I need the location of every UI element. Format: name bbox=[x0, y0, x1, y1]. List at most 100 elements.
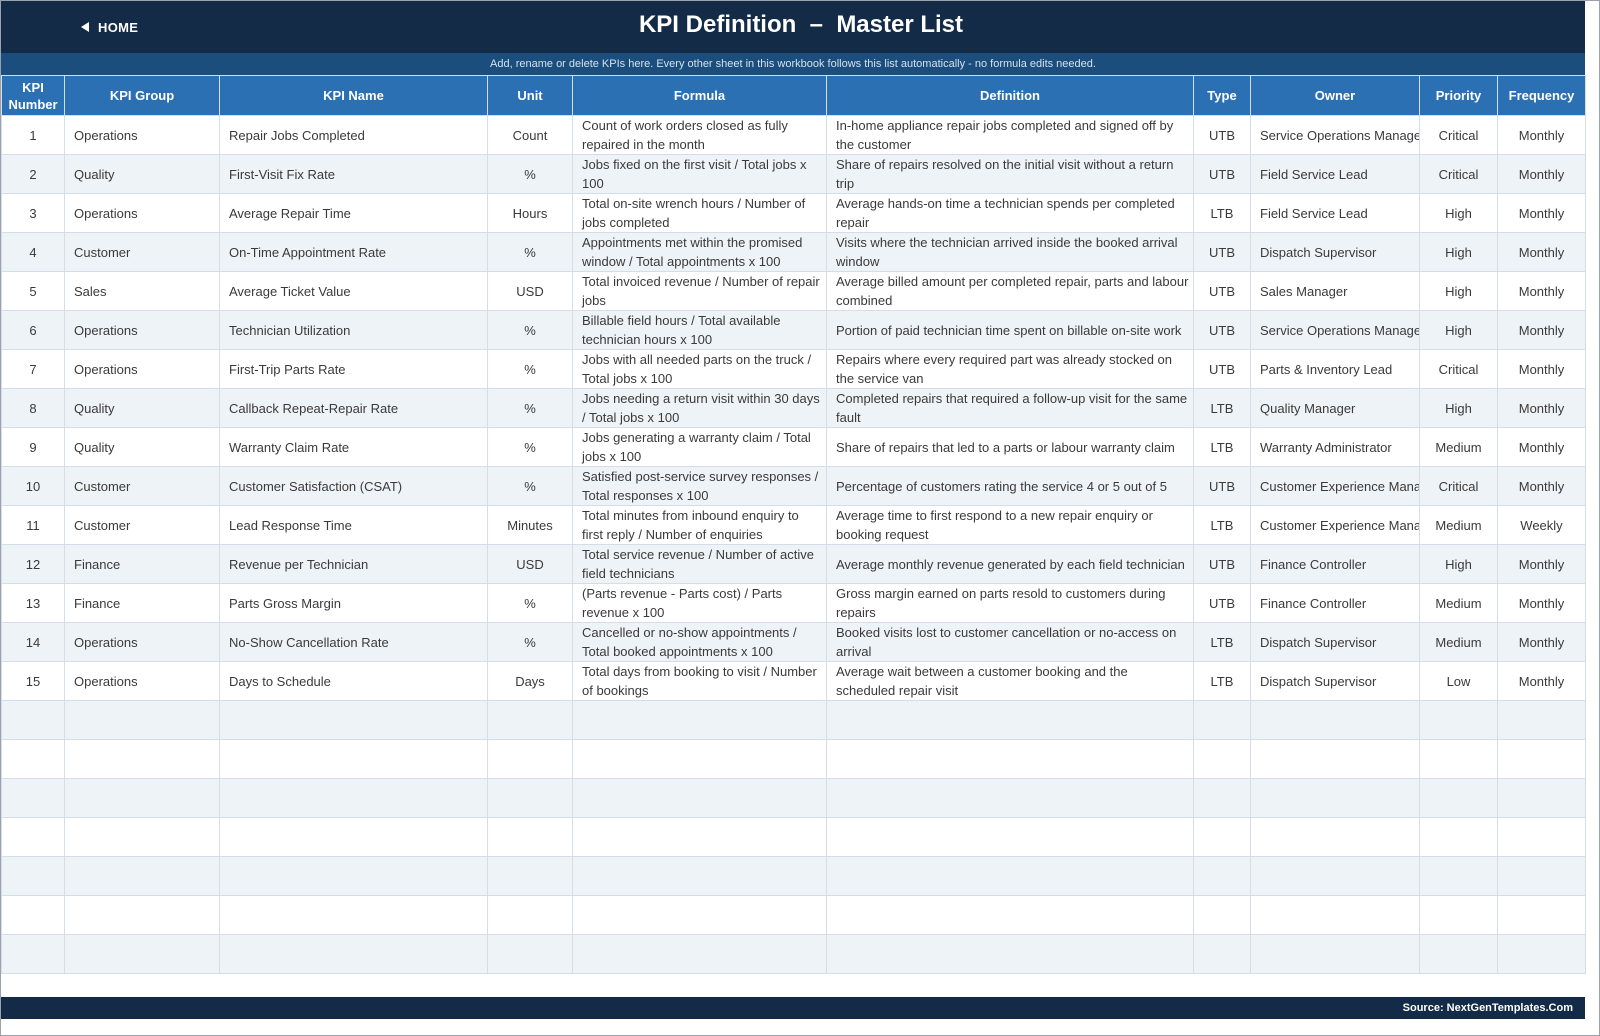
cell-owner[interactable]: Customer Experience Manager bbox=[1250, 505, 1420, 545]
empty-cell[interactable] bbox=[572, 739, 827, 779]
cell-unit[interactable]: % bbox=[487, 466, 573, 506]
cell-kpi-number[interactable]: 1 bbox=[1, 115, 65, 155]
empty-cell[interactable] bbox=[1419, 817, 1498, 857]
empty-cell[interactable] bbox=[1419, 856, 1498, 896]
cell-formula[interactable]: Billable field hours / Total available t… bbox=[572, 310, 827, 350]
cell-kpi-name[interactable]: Average Ticket Value bbox=[219, 271, 488, 311]
cell-formula[interactable]: Total days from booking to visit / Numbe… bbox=[572, 661, 827, 701]
cell-unit[interactable]: % bbox=[487, 622, 573, 662]
col-header-kpi-number[interactable]: KPI Number bbox=[1, 75, 65, 116]
cell-formula[interactable]: Count of work orders closed as fully rep… bbox=[572, 115, 827, 155]
empty-cell[interactable] bbox=[1, 778, 65, 818]
cell-kpi-number[interactable]: 2 bbox=[1, 154, 65, 194]
home-button[interactable]: HOME bbox=[81, 15, 138, 39]
cell-unit[interactable]: % bbox=[487, 232, 573, 272]
cell-kpi-group[interactable]: Quality bbox=[64, 427, 220, 467]
cell-frequency[interactable]: Monthly bbox=[1497, 583, 1586, 623]
cell-frequency[interactable]: Monthly bbox=[1497, 622, 1586, 662]
cell-definition[interactable]: Share of repairs resolved on the initial… bbox=[826, 154, 1194, 194]
cell-unit[interactable]: % bbox=[487, 583, 573, 623]
empty-cell[interactable] bbox=[64, 895, 220, 935]
cell-kpi-name[interactable]: Repair Jobs Completed bbox=[219, 115, 488, 155]
empty-cell[interactable] bbox=[1497, 856, 1586, 896]
cell-kpi-name[interactable]: Callback Repeat-Repair Rate bbox=[219, 388, 488, 428]
cell-kpi-group[interactable]: Operations bbox=[64, 349, 220, 389]
cell-definition[interactable]: Average time to first respond to a new r… bbox=[826, 505, 1194, 545]
empty-cell[interactable] bbox=[1, 934, 65, 974]
empty-cell[interactable] bbox=[572, 934, 827, 974]
empty-cell[interactable] bbox=[219, 895, 488, 935]
empty-cell[interactable] bbox=[487, 817, 573, 857]
cell-formula[interactable]: Total service revenue / Number of active… bbox=[572, 544, 827, 584]
empty-cell[interactable] bbox=[572, 895, 827, 935]
empty-cell[interactable] bbox=[487, 895, 573, 935]
cell-unit[interactable]: % bbox=[487, 388, 573, 428]
empty-cell[interactable] bbox=[826, 700, 1194, 740]
cell-unit[interactable]: USD bbox=[487, 271, 573, 311]
cell-kpi-group[interactable]: Operations bbox=[64, 310, 220, 350]
empty-cell[interactable] bbox=[487, 934, 573, 974]
cell-frequency[interactable]: Monthly bbox=[1497, 193, 1586, 233]
cell-owner[interactable]: Field Service Lead bbox=[1250, 193, 1420, 233]
cell-unit[interactable]: Minutes bbox=[487, 505, 573, 545]
empty-cell[interactable] bbox=[826, 934, 1194, 974]
cell-formula[interactable]: Total invoiced revenue / Number of repai… bbox=[572, 271, 827, 311]
empty-cell[interactable] bbox=[219, 778, 488, 818]
cell-kpi-name[interactable]: Technician Utilization bbox=[219, 310, 488, 350]
cell-frequency[interactable]: Monthly bbox=[1497, 661, 1586, 701]
cell-type[interactable]: LTB bbox=[1193, 427, 1251, 467]
cell-kpi-group[interactable]: Sales bbox=[64, 271, 220, 311]
cell-owner[interactable]: Field Service Lead bbox=[1250, 154, 1420, 194]
empty-cell[interactable] bbox=[1, 817, 65, 857]
empty-cell[interactable] bbox=[1250, 778, 1420, 818]
cell-owner[interactable]: Dispatch Supervisor bbox=[1250, 661, 1420, 701]
empty-cell[interactable] bbox=[64, 700, 220, 740]
cell-kpi-group[interactable]: Customer bbox=[64, 232, 220, 272]
cell-kpi-number[interactable]: 11 bbox=[1, 505, 65, 545]
cell-frequency[interactable]: Monthly bbox=[1497, 427, 1586, 467]
empty-cell[interactable] bbox=[1497, 934, 1586, 974]
cell-unit[interactable]: Count bbox=[487, 115, 573, 155]
empty-cell[interactable] bbox=[572, 817, 827, 857]
cell-kpi-name[interactable]: On-Time Appointment Rate bbox=[219, 232, 488, 272]
cell-type[interactable]: LTB bbox=[1193, 661, 1251, 701]
empty-cell[interactable] bbox=[219, 856, 488, 896]
empty-cell[interactable] bbox=[826, 895, 1194, 935]
empty-cell[interactable] bbox=[487, 739, 573, 779]
empty-cell[interactable] bbox=[487, 856, 573, 896]
empty-cell[interactable] bbox=[1497, 700, 1586, 740]
cell-owner[interactable]: Customer Experience Manager bbox=[1250, 466, 1420, 506]
cell-frequency[interactable]: Monthly bbox=[1497, 271, 1586, 311]
cell-kpi-group[interactable]: Finance bbox=[64, 544, 220, 584]
cell-kpi-number[interactable]: 15 bbox=[1, 661, 65, 701]
cell-definition[interactable]: Average monthly revenue generated by eac… bbox=[826, 544, 1194, 584]
empty-cell[interactable] bbox=[826, 817, 1194, 857]
cell-definition[interactable]: Portion of paid technician time spent on… bbox=[826, 310, 1194, 350]
cell-priority[interactable]: Critical bbox=[1419, 115, 1498, 155]
cell-owner[interactable]: Warranty Administrator bbox=[1250, 427, 1420, 467]
empty-cell[interactable] bbox=[64, 817, 220, 857]
cell-frequency[interactable]: Monthly bbox=[1497, 115, 1586, 155]
cell-unit[interactable]: USD bbox=[487, 544, 573, 584]
cell-unit[interactable]: Days bbox=[487, 661, 573, 701]
empty-cell[interactable] bbox=[1193, 778, 1251, 818]
cell-priority[interactable]: High bbox=[1419, 232, 1498, 272]
cell-frequency[interactable]: Monthly bbox=[1497, 232, 1586, 272]
cell-owner[interactable]: Sales Manager bbox=[1250, 271, 1420, 311]
cell-owner[interactable]: Service Operations Manager bbox=[1250, 310, 1420, 350]
cell-kpi-number[interactable]: 14 bbox=[1, 622, 65, 662]
empty-cell[interactable] bbox=[1, 856, 65, 896]
empty-cell[interactable] bbox=[64, 778, 220, 818]
empty-cell[interactable] bbox=[1193, 934, 1251, 974]
cell-priority[interactable]: High bbox=[1419, 544, 1498, 584]
cell-definition[interactable]: Gross margin earned on parts resold to c… bbox=[826, 583, 1194, 623]
empty-cell[interactable] bbox=[826, 856, 1194, 896]
cell-definition[interactable]: Visits where the technician arrived insi… bbox=[826, 232, 1194, 272]
cell-kpi-name[interactable]: Days to Schedule bbox=[219, 661, 488, 701]
empty-cell[interactable] bbox=[1497, 817, 1586, 857]
cell-kpi-group[interactable]: Operations bbox=[64, 661, 220, 701]
empty-cell[interactable] bbox=[1497, 739, 1586, 779]
cell-unit[interactable]: % bbox=[487, 310, 573, 350]
cell-frequency[interactable]: Monthly bbox=[1497, 154, 1586, 194]
cell-kpi-group[interactable]: Finance bbox=[64, 583, 220, 623]
